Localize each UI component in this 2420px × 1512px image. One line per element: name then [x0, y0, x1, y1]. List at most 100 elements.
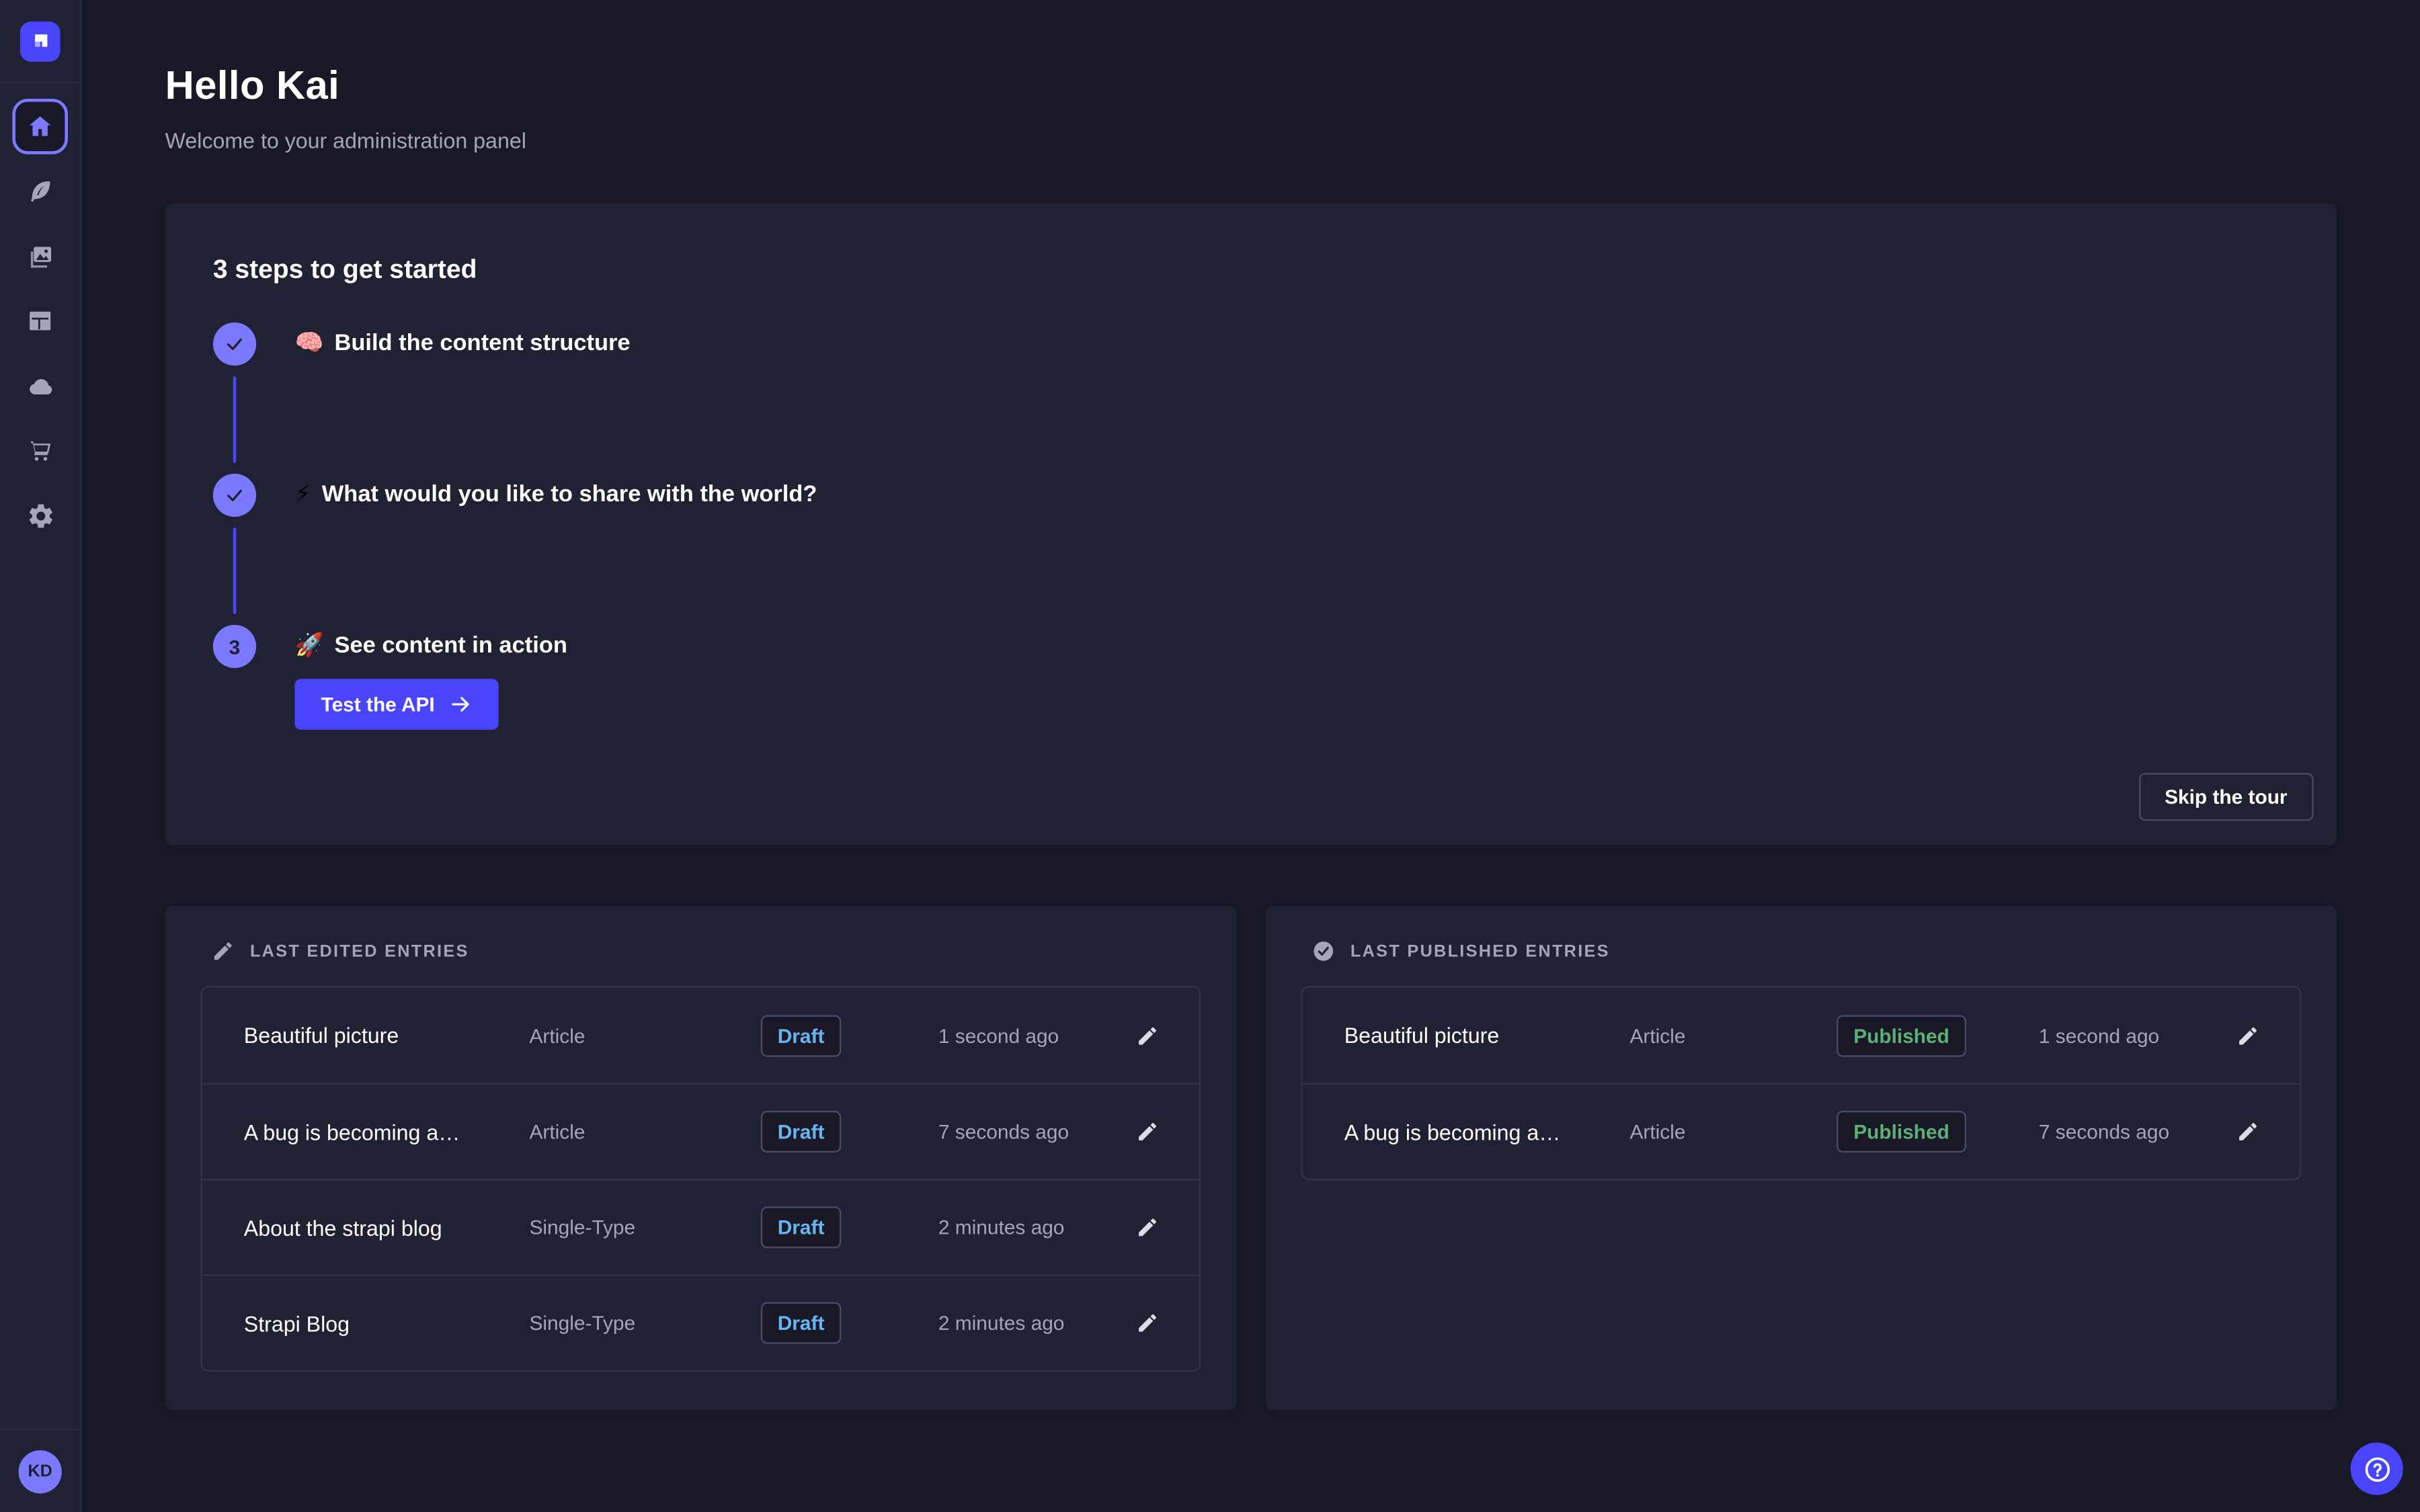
pencil-icon	[1135, 1216, 1158, 1238]
main-content: Hello Kai Welcome to your administration…	[82, 0, 2420, 1512]
status-badge: Draft	[760, 1206, 841, 1248]
sidebar-item-content-type-builder[interactable]	[12, 163, 68, 219]
entry-kind: Article	[1629, 1023, 1816, 1046]
sidebar-item-settings[interactable]	[12, 488, 68, 544]
cloud-icon	[26, 371, 55, 401]
step-3-label: See content in action	[334, 632, 567, 659]
sidebar-item-deploy[interactable]	[12, 358, 68, 414]
onboarding-title: 3 steps to get started	[213, 255, 2286, 286]
status-badge: Draft	[760, 1302, 841, 1344]
sidebar-item-media-library[interactable]	[12, 228, 68, 284]
step-2-track	[213, 474, 256, 625]
step-connector	[233, 528, 237, 614]
entry-status-cell: Published	[1816, 1015, 1986, 1056]
entry-title: Beautiful picture	[244, 1023, 530, 1048]
entry-status-cell: Draft	[716, 1302, 886, 1344]
test-api-label: Test the API	[321, 693, 435, 716]
last-published-header: LAST PUBLISHED ENTRIES	[1312, 939, 2302, 962]
home-icon	[26, 113, 54, 140]
table-row: A bug is becoming a… Article Draft 7 sec…	[202, 1083, 1199, 1179]
edit-entry-button[interactable]	[1122, 1298, 1171, 1347]
step-1-track	[213, 323, 256, 474]
sidebar-footer: KD	[0, 1429, 80, 1512]
edit-entry-button[interactable]	[2222, 1011, 2271, 1060]
skip-tour-button[interactable]: Skip the tour	[2138, 773, 2313, 821]
entry-time: 7 seconds ago	[886, 1120, 1122, 1143]
last-edited-card: LAST EDITED ENTRIES Beautiful picture Ar…	[165, 906, 1236, 1411]
pencil-icon	[212, 939, 235, 962]
entry-kind: Single-Type	[530, 1312, 717, 1335]
check-icon	[224, 485, 245, 506]
brain-emoji: 🧠	[295, 330, 324, 356]
sidebar-item-marketplace[interactable]	[12, 423, 68, 478]
step-2-check-circle	[213, 474, 256, 517]
step-1-check-circle	[213, 323, 256, 366]
entry-kind: Article	[1629, 1120, 1816, 1143]
entry-title: A bug is becoming a…	[244, 1120, 530, 1144]
onboarding-step-1: 🧠Build the content structure	[213, 323, 2286, 474]
content-manager-icon	[26, 307, 54, 335]
strapi-logo-icon	[28, 28, 52, 53]
sidebar-item-home[interactable]	[12, 99, 68, 155]
edit-entry-button[interactable]	[1122, 1011, 1171, 1060]
entry-kind: Single-Type	[530, 1216, 717, 1238]
step-2-body: ⚡ What would you like to share with the w…	[295, 474, 817, 625]
entry-time: 1 second ago	[1986, 1023, 2222, 1046]
onboarding-card: 3 steps to get started 🧠Build the conten…	[165, 204, 2337, 845]
rocket-emoji: 🚀	[295, 632, 324, 659]
entry-status-cell: Draft	[716, 1111, 886, 1152]
onboarding-step-2: ⚡ What would you like to share with the w…	[213, 474, 2286, 625]
entry-time: 2 minutes ago	[886, 1312, 1122, 1335]
lightning-emoji: ⚡	[295, 481, 311, 507]
media-library-icon	[26, 242, 54, 269]
status-badge: Published	[1837, 1111, 1966, 1152]
pencil-icon	[1135, 1023, 1158, 1046]
page-subtitle: Welcome to your administration panel	[165, 128, 2337, 153]
edit-entry-button[interactable]	[1122, 1107, 1171, 1156]
check-icon	[224, 333, 245, 355]
strapi-dashboard: KD Hello Kai Welcome to your administrat…	[0, 0, 2420, 1512]
last-edited-table: Beautiful picture Article Draft 1 second…	[200, 986, 1201, 1372]
entry-time: 7 seconds ago	[1986, 1120, 2222, 1143]
pencil-icon	[1135, 1312, 1158, 1335]
table-row: Strapi Blog Single-Type Draft 2 minutes …	[202, 1274, 1199, 1370]
entry-status-cell: Draft	[716, 1015, 886, 1056]
user-avatar[interactable]: KD	[19, 1450, 62, 1493]
last-published-table: Beautiful picture Article Published 1 se…	[1301, 986, 2301, 1180]
sidebar: KD	[0, 0, 82, 1512]
step-connector	[233, 376, 237, 463]
entry-kind: Article	[530, 1120, 717, 1143]
sidebar-item-content-manager[interactable]	[12, 293, 68, 349]
last-edited-header: LAST EDITED ENTRIES	[212, 939, 1201, 962]
edit-entry-button[interactable]	[2222, 1107, 2271, 1156]
cart-icon	[26, 437, 54, 464]
strapi-logo[interactable]	[20, 21, 61, 61]
entries-section: LAST EDITED ENTRIES Beautiful picture Ar…	[165, 906, 2337, 1411]
entry-title: A bug is becoming a…	[1344, 1120, 1630, 1144]
status-badge: Draft	[760, 1111, 841, 1152]
entry-title: Strapi Blog	[244, 1310, 530, 1335]
help-button[interactable]	[2351, 1443, 2403, 1495]
step-1-body: 🧠Build the content structure	[295, 323, 631, 474]
entry-status-cell: Draft	[716, 1206, 886, 1248]
entry-title: Beautiful picture	[1344, 1023, 1630, 1048]
onboarding-step-3: 3 🚀See content in action Test the API	[213, 625, 2286, 764]
status-badge: Draft	[760, 1015, 841, 1056]
table-row: A bug is becoming a… Article Published 7…	[1303, 1083, 2300, 1179]
page-title: Hello Kai	[165, 62, 2337, 110]
entry-time: 1 second ago	[886, 1023, 1122, 1046]
gear-icon	[26, 501, 55, 530]
table-row: Beautiful picture Article Draft 1 second…	[202, 987, 1199, 1083]
table-row: About the strapi blog Single-Type Draft …	[202, 1179, 1199, 1274]
last-edited-title: LAST EDITED ENTRIES	[250, 942, 469, 961]
edit-entry-button[interactable]	[1122, 1203, 1171, 1252]
last-published-card: LAST PUBLISHED ENTRIES Beautiful picture…	[1266, 906, 2337, 1411]
entry-time: 2 minutes ago	[886, 1216, 1122, 1238]
pencil-icon	[2236, 1120, 2259, 1143]
entry-status-cell: Published	[1816, 1111, 1986, 1152]
feather-icon	[26, 177, 54, 205]
step-2-label: What would you like to share with the wo…	[322, 481, 817, 507]
pencil-icon	[2236, 1023, 2259, 1046]
table-row: Beautiful picture Article Published 1 se…	[1303, 987, 2300, 1083]
test-api-button[interactable]: Test the API	[295, 679, 498, 730]
